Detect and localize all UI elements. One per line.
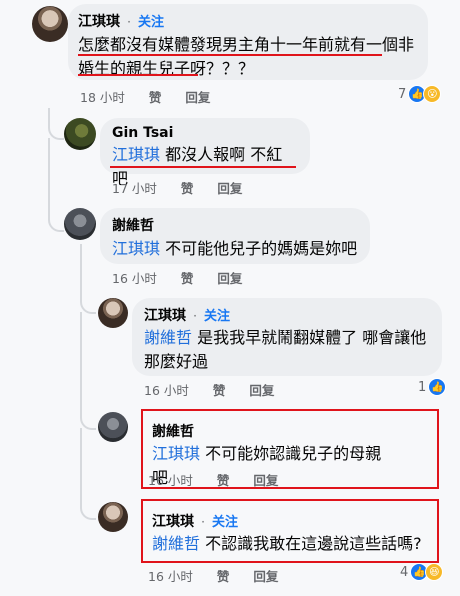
reaction-summary[interactable]: 4 👍 😆 (400, 563, 444, 581)
like-reaction-icon: 👍 (428, 378, 447, 396)
thread-connector (48, 138, 64, 232)
timestamp[interactable]: 17 小时 (112, 181, 157, 196)
comment-bubble: 江琪琪 · 关注 怎麼都沒有媒體發現男主角十一年前就有一個非 婚生的親生兒子呀？… (68, 4, 428, 80)
highlight-underline (78, 74, 198, 76)
mention-link[interactable]: 謝維哲 (152, 534, 200, 553)
like-link[interactable]: 赞 (149, 90, 162, 105)
timestamp[interactable]: 16 小时 (148, 473, 193, 488)
comment-meta: 17 小时 赞 回复 (112, 178, 262, 197)
follow-link[interactable]: 关注 (204, 309, 230, 324)
reply-link[interactable]: 回复 (217, 271, 242, 286)
comment-author[interactable]: 謝維哲 (112, 215, 358, 235)
mention-link[interactable]: 江琪琪 (112, 145, 160, 164)
wow-reaction-icon: 😮 (423, 85, 442, 103)
comment-author[interactable]: 江琪琪 (78, 14, 120, 30)
mention-link[interactable]: 江琪琪 (152, 444, 200, 463)
timestamp[interactable]: 16 小时 (144, 383, 189, 398)
comment-text: 是我我早就鬧翻媒體了 哪會讓他 (197, 328, 427, 347)
like-link[interactable]: 赞 (213, 383, 226, 398)
avatar[interactable] (98, 298, 128, 328)
timestamp[interactable]: 18 小时 (80, 90, 125, 105)
avatar[interactable] (98, 502, 128, 532)
comment-meta: 16 小时 赞 回复 (148, 566, 298, 585)
comment-text: 不認識我敢在這邊說這些話嗎? (205, 534, 422, 553)
comment-thread: 江琪琪 · 关注 怎麼都沒有媒體發現男主角十一年前就有一個非 婚生的親生兒子呀？… (0, 0, 460, 596)
reply-link[interactable]: 回复 (217, 181, 242, 196)
follow-link[interactable]: 关注 (212, 515, 238, 530)
comment-bubble: 江琪琪 · 关注 謝維哲 是我我早就鬧翻媒體了 哪會讓他 那麼好過 (132, 298, 442, 376)
comment-meta: 16 小时 赞 回复 (148, 470, 298, 489)
thread-connector (80, 428, 96, 520)
comment-meta: 16 小时 赞 回复 (112, 268, 262, 287)
reaction-count: 4 (400, 564, 409, 580)
comment-bubble: 江琪琪 · 关注 謝維哲 不認識我敢在這邊說這些話嗎? (152, 514, 422, 553)
reaction-count: 1 (418, 379, 427, 395)
comment-author[interactable]: 謝維哲 (152, 421, 388, 441)
reply-link[interactable]: 回复 (253, 569, 278, 584)
reply-link[interactable]: 回复 (249, 383, 274, 398)
comment-meta: 16 小时 赞 回复 (144, 380, 294, 399)
avatar[interactable] (32, 6, 68, 42)
like-link[interactable]: 赞 (181, 181, 194, 196)
haha-reaction-icon: 😆 (425, 563, 444, 581)
reply-link[interactable]: 回复 (185, 90, 210, 105)
avatar[interactable] (64, 208, 96, 240)
like-link[interactable]: 赞 (217, 473, 230, 488)
highlight-underline (110, 166, 296, 168)
thread-connector (48, 108, 64, 140)
timestamp[interactable]: 16 小时 (148, 569, 193, 584)
mention-link[interactable]: 江琪琪 (112, 239, 160, 258)
highlight-underline (78, 54, 382, 56)
avatar[interactable] (98, 412, 128, 442)
comment-author[interactable]: 江琪琪 (144, 308, 186, 324)
reaction-summary[interactable]: 1 👍 (418, 378, 447, 396)
thread-connector (80, 312, 96, 430)
like-link[interactable]: 赞 (181, 271, 194, 286)
mention-link[interactable]: 謝維哲 (144, 328, 192, 347)
comment-text: 那麼好過 (144, 352, 209, 371)
comment-bubble: 謝維哲 江琪琪 不可能妳認識兒子的母親吧 (140, 414, 400, 487)
comment-text: 不可能他兒子的媽媽是妳吧 (165, 239, 358, 258)
comment-bubble: 謝維哲 江琪琪 不可能他兒子的媽媽是妳吧 (100, 208, 370, 264)
avatar[interactable] (64, 118, 96, 150)
like-link[interactable]: 赞 (217, 569, 230, 584)
thread-connector (80, 244, 96, 314)
comment-text: 婚生的親生兒子呀？？？ (78, 59, 255, 78)
timestamp[interactable]: 16 小时 (112, 271, 157, 286)
reply-link[interactable]: 回复 (253, 473, 278, 488)
reaction-count: 7 (398, 86, 407, 102)
follow-link[interactable]: 关注 (138, 15, 164, 30)
reaction-summary[interactable]: 7 👍 😮 (398, 85, 442, 103)
comment-meta: 18 小时 赞 回复 (80, 87, 230, 106)
comment-author[interactable]: Gin Tsai (112, 125, 298, 141)
comment-author[interactable]: 江琪琪 (152, 514, 194, 530)
